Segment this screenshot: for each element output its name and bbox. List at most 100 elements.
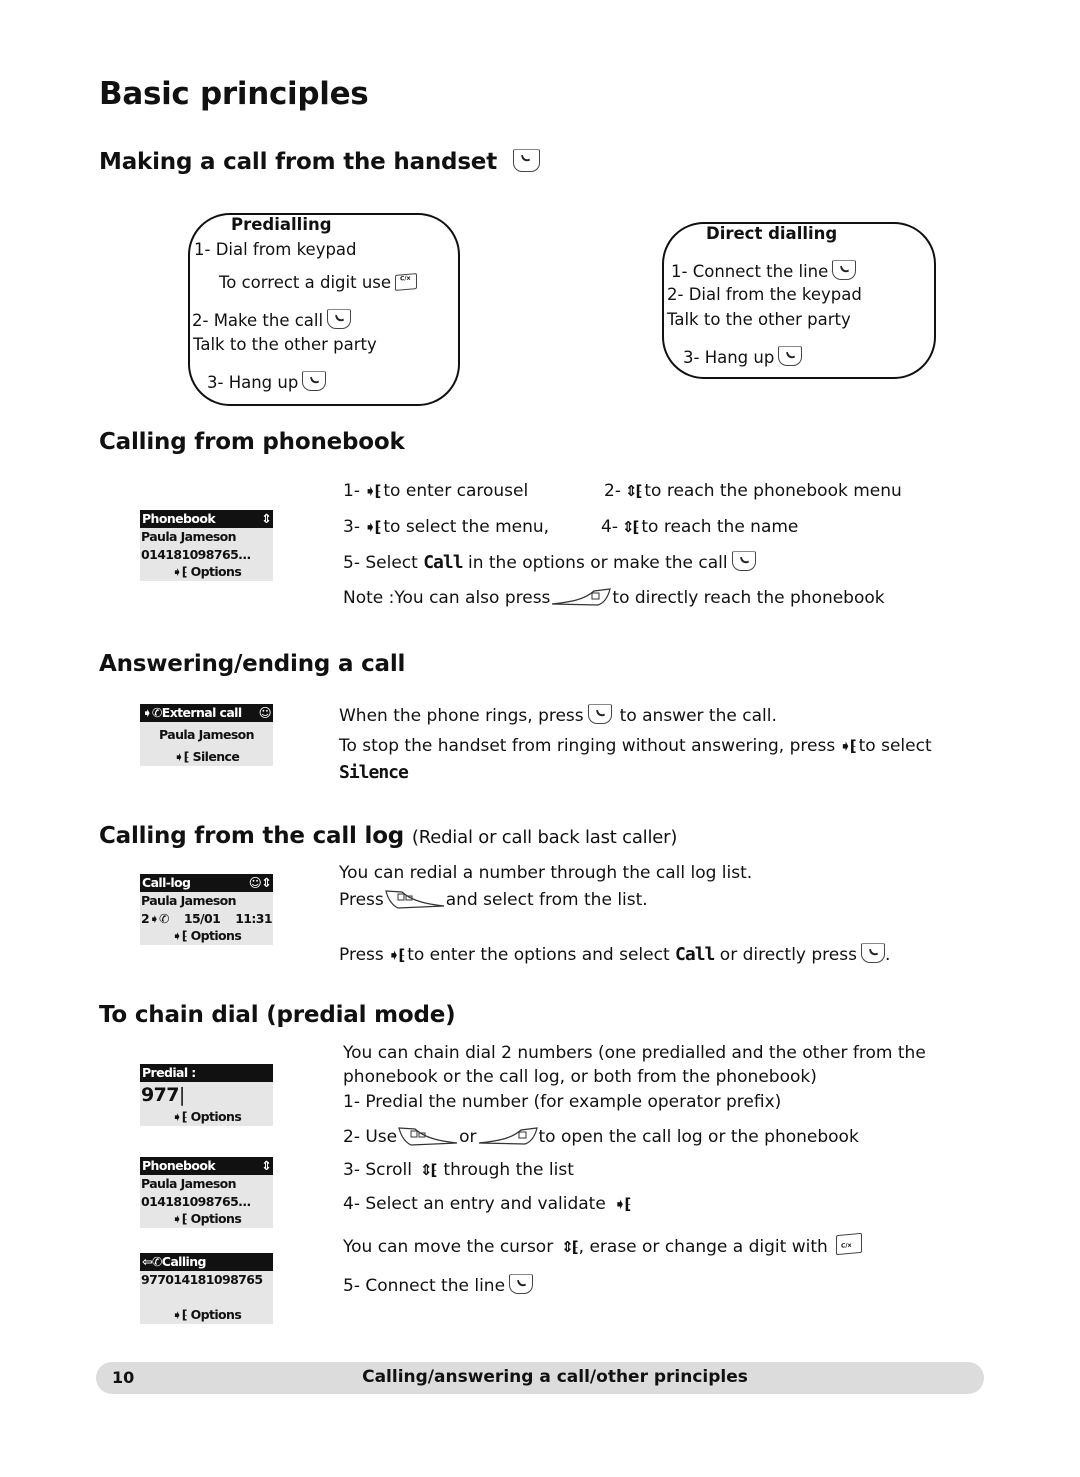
call-direction-icon: ➧✆ bbox=[149, 910, 169, 926]
phone-handset-key-icon bbox=[587, 704, 612, 724]
incoming-call-icon: ➧✆ bbox=[142, 705, 162, 720]
predialling-step-1: 1- Dial from keypad bbox=[194, 240, 357, 259]
lcd-title-bar: Phonebook ⇕ bbox=[140, 1157, 273, 1175]
lcd-title-bar: ➧✆External call ☺ bbox=[140, 704, 273, 722]
up-down-arrows-icon: ⇕ bbox=[261, 1158, 271, 1173]
lcd-softkey: ➧⁅ Options bbox=[171, 1307, 242, 1322]
lcd-softkey: ➧⁅ Options bbox=[171, 564, 242, 579]
section-heading-chain-dial: To chain dial (predial mode) bbox=[99, 1002, 456, 1028]
section-subheading: (Redial or call back last caller) bbox=[411, 827, 678, 848]
section-heading-call-log: Calling from the call log (Redial or cal… bbox=[99, 823, 678, 849]
answer-line-1: When the phone rings, press to answer the… bbox=[339, 704, 777, 726]
predialling-correct-line: To correct a digit use bbox=[219, 273, 418, 292]
phonebook-step-1: 1- ➧⁅ to enter carousel bbox=[343, 481, 529, 501]
phonebook-soft-key-icon bbox=[478, 1127, 538, 1145]
lcd-screen-phonebook-chain: Phonebook ⇕ Paula Jameson 014181098765...… bbox=[140, 1157, 273, 1228]
lcd-screen-predial: Predial : 977| ➧⁅ Options bbox=[140, 1064, 273, 1126]
direct-step-1: 1- Connect the line bbox=[671, 260, 857, 281]
chapter-title: Calling/answering a call/other principle… bbox=[362, 1367, 748, 1387]
phonebook-note: Note :You can also press to directly reac… bbox=[343, 588, 885, 608]
lcd-caller-name: Paula Jameson bbox=[159, 727, 255, 742]
chain-intro-2: phonebook or the call log, or both from … bbox=[343, 1067, 817, 1087]
navigation-ok-right-icon: ➧⁅ bbox=[173, 749, 190, 764]
outgoing-call-icon: ⇦✆ bbox=[142, 1254, 162, 1269]
lcd-contact-number: 014181098765... bbox=[141, 546, 251, 562]
lcd-screen-external-call: ➧✆External call ☺ Paula Jameson ➧⁅ Silenc… bbox=[140, 704, 273, 766]
lcd-screen-calling: ⇦✆Calling 977014181098765 ➧⁅ Options bbox=[140, 1253, 273, 1324]
lcd-title-bar: ⇦✆Calling bbox=[140, 1253, 273, 1271]
up-down-arrows-icon: ⇕ bbox=[261, 511, 271, 526]
chain-cursor-note: You can move the cursor ⇕⁅, erase or chan… bbox=[343, 1232, 862, 1258]
section-heading-text: Making a call from the handset bbox=[99, 149, 498, 175]
section-heading-making-call: Making a call from the handset bbox=[99, 149, 540, 175]
phone-handset-key-icon bbox=[860, 943, 885, 963]
navigation-up-down-icon: ⇕⁅ bbox=[561, 1238, 578, 1256]
chain-step-4: 4- Select an entry and validate ➧⁅ bbox=[343, 1194, 631, 1214]
text-cursor: | bbox=[178, 1084, 185, 1106]
call-log-line-3: Press ➧⁅ to enter the options and select C… bbox=[339, 943, 891, 965]
navigation-ok-right-icon: ➧⁅ bbox=[839, 737, 856, 755]
call-log-line-2: Press and select from the list. bbox=[339, 890, 648, 910]
phone-handset-key-icon bbox=[731, 551, 756, 571]
phonebook-step-3: 3- ➧⁅ to select the menu, bbox=[343, 517, 550, 537]
silence-word: Silence bbox=[339, 762, 409, 783]
direct-dialling-box: Direct dialling 1- Connect the line 2- D… bbox=[662, 222, 936, 379]
phonebook-soft-key-icon bbox=[552, 588, 612, 606]
phonebook-step-2: 2- ⇕⁅ to reach the phonebook menu bbox=[604, 481, 902, 501]
phone-handset-key-icon bbox=[778, 346, 803, 366]
smiley-icon: ☺ bbox=[258, 705, 272, 720]
page-title: Basic principles bbox=[99, 76, 369, 112]
lcd-call-details: 2➧✆ 15/01 11:31 bbox=[141, 910, 273, 926]
chain-intro-1: You can chain dial 2 numbers (one predia… bbox=[343, 1043, 926, 1063]
chain-step-1: 1- Predial the number (for example opera… bbox=[343, 1092, 782, 1112]
lcd-contact-name: Paula Jameson bbox=[141, 1176, 237, 1191]
chain-step-3: 3- Scroll ⇕⁅ through the list bbox=[343, 1160, 574, 1180]
phone-handset-key-icon bbox=[509, 1274, 534, 1294]
phone-handset-key-icon bbox=[832, 260, 857, 280]
predialling-step-3: 3- Hang up bbox=[207, 371, 327, 392]
lcd-contact-number: 014181098765... bbox=[141, 1193, 251, 1209]
navigation-ok-right-icon: ➧⁅ bbox=[171, 1109, 188, 1124]
lcd-screen-phonebook: Phonebook ⇕ Paula Jameson 014181098765...… bbox=[140, 510, 273, 581]
navigation-ok-right-icon: ➧⁅ bbox=[171, 564, 188, 579]
navigation-ok-right-icon: ➧⁅ bbox=[363, 518, 381, 536]
call-log-line-1: You can redial a number through the call… bbox=[339, 863, 753, 883]
c-x-clear-key-icon bbox=[395, 273, 418, 291]
predialling-box: Predialling 1- Dial from keypad To corre… bbox=[188, 213, 460, 406]
chain-step-5: 5- Connect the line bbox=[343, 1274, 534, 1297]
phone-handset-key-icon bbox=[327, 309, 352, 329]
lcd-softkey: ➧⁅ Options bbox=[171, 928, 242, 943]
chain-step-2: 2- Use or to open the call log or the phon… bbox=[343, 1127, 859, 1147]
navigation-up-down-icon: ⇕⁅ bbox=[624, 482, 642, 500]
navigation-ok-right-icon: ➧⁅ bbox=[613, 1195, 631, 1213]
section-heading-phonebook: Calling from phonebook bbox=[99, 429, 405, 455]
lcd-screen-call-log: Call-log ☺⇕ Paula Jameson 2➧✆ 15/01 11:31 ➧… bbox=[140, 874, 273, 945]
page-footer: 10 Calling/answering a call/other princi… bbox=[96, 1362, 984, 1394]
smiley-up-down-icon: ☺⇕ bbox=[248, 875, 272, 890]
lcd-title-bar: Predial : bbox=[140, 1064, 273, 1082]
lcd-contact-name: Paula Jameson bbox=[141, 893, 237, 908]
lcd-dialed-number: 977014181098765 bbox=[141, 1272, 263, 1287]
direct-dialling-title: Direct dialling bbox=[706, 224, 838, 243]
lcd-contact-name: Paula Jameson bbox=[141, 529, 237, 544]
call-log-soft-key-icon bbox=[398, 1127, 458, 1146]
phonebook-step-4: 4- ⇕⁅ to reach the name bbox=[601, 517, 799, 537]
lcd-title-bar: Phonebook ⇕ bbox=[140, 510, 273, 528]
lcd-softkey: ➧⁅ Silence bbox=[173, 749, 240, 764]
answer-line-2: To stop the handset from ringing without… bbox=[339, 736, 932, 756]
phone-handset-key-icon bbox=[302, 371, 327, 391]
navigation-up-down-icon: ⇕⁅ bbox=[621, 518, 639, 536]
navigation-up-down-icon: ⇕⁅ bbox=[419, 1161, 437, 1179]
navigation-ok-right-icon: ➧⁅ bbox=[363, 482, 381, 500]
lcd-predial-value: 977| bbox=[141, 1084, 185, 1106]
lcd-softkey: ➧⁅ Options bbox=[171, 1109, 242, 1124]
call-log-soft-key-icon bbox=[384, 890, 444, 909]
direct-talk: Talk to the other party bbox=[667, 310, 851, 329]
c-x-clear-key-icon bbox=[835, 1232, 862, 1256]
lcd-title-bar: Call-log ☺⇕ bbox=[140, 874, 273, 892]
navigation-ok-right-icon: ➧⁅ bbox=[171, 928, 188, 943]
direct-step-3: 3- Hang up bbox=[683, 346, 803, 367]
predialling-talk: Talk to the other party bbox=[193, 335, 377, 354]
phonebook-step-5: 5- Select Call in the options or make th… bbox=[343, 551, 756, 574]
lcd-softkey: ➧⁅ Options bbox=[171, 1211, 242, 1226]
